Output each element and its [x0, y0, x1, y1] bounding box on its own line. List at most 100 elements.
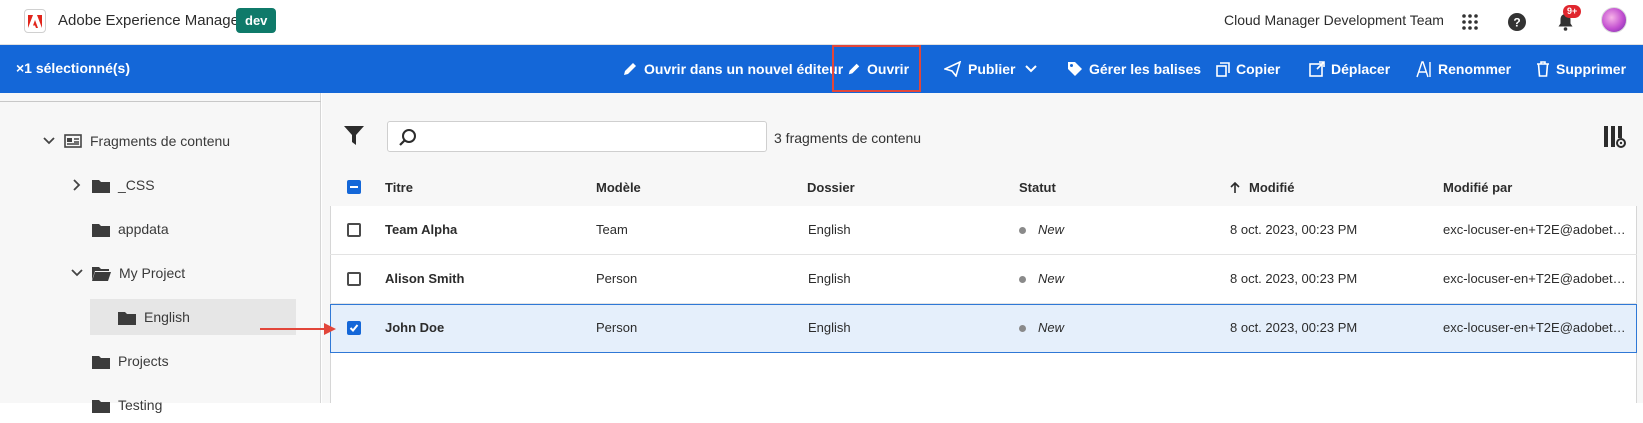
tree-item-fragments[interactable]: Fragments de contenu — [42, 123, 230, 159]
delete-label: Supprimer — [1556, 61, 1627, 77]
rename-label: Renommer — [1438, 61, 1512, 77]
search-icon — [399, 129, 416, 146]
avatar[interactable] — [1601, 7, 1627, 33]
manage-tags-button[interactable]: Gérer les balises — [1067, 45, 1201, 93]
row-checkbox[interactable] — [347, 223, 361, 237]
tree-item-label: Testing — [118, 397, 163, 413]
search-input[interactable] — [387, 121, 767, 152]
table-row-selected[interactable]: John Doe Person English New 8 oct. 2023,… — [330, 304, 1637, 353]
chevron-right-icon[interactable] — [70, 179, 84, 191]
manage-tags-label: Gérer les balises — [1089, 61, 1202, 77]
tree-item-projects[interactable]: Projects — [92, 343, 169, 379]
tree-item-label: English — [144, 309, 190, 325]
filter-icon[interactable] — [343, 125, 365, 152]
open-new-editor-button[interactable]: Ouvrir dans un nouvel éditeur — [622, 45, 843, 93]
folder-icon — [92, 179, 110, 193]
env-badge: dev — [236, 8, 277, 33]
copy-icon — [1216, 61, 1230, 77]
notification-badge: 9+ — [1563, 5, 1582, 18]
publish-button[interactable]: Publier — [944, 45, 1043, 93]
copy-button[interactable]: Copier — [1216, 45, 1280, 93]
status-dot-icon — [1019, 325, 1026, 333]
cell-modified: 8 oct. 2023, 00:23 PM — [1230, 320, 1358, 335]
cell-title[interactable]: Alison Smith — [385, 271, 464, 286]
sort-ascending-icon[interactable] — [1230, 181, 1240, 199]
cell-model: Team — [596, 222, 628, 237]
status-text: New — [1038, 271, 1065, 286]
cell-title[interactable]: John Doe — [385, 320, 444, 335]
fragment-count: 3 fragments de contenu — [774, 130, 922, 146]
tree-item-label: My Project — [119, 265, 186, 281]
select-all-checkbox[interactable] — [347, 180, 361, 194]
annotation-arrow-icon — [260, 322, 340, 341]
chevron-down-icon[interactable] — [70, 269, 84, 277]
chevron-down-icon — [1025, 65, 1038, 73]
cell-folder: English — [808, 271, 851, 286]
column-header-folder[interactable]: Dossier — [807, 180, 855, 195]
column-settings-icon[interactable] — [1603, 125, 1627, 154]
publish-label: Publier — [968, 61, 1016, 77]
chevron-down-icon[interactable] — [42, 137, 56, 145]
tree-item-css[interactable]: _CSS — [70, 167, 155, 203]
column-header-modified-by[interactable]: Modifié par — [1443, 180, 1512, 195]
move-label: Déplacer — [1331, 61, 1391, 77]
column-header-model[interactable]: Modèle — [596, 180, 641, 195]
trash-icon — [1537, 61, 1549, 77]
cell-status: New — [1019, 222, 1064, 237]
status-dot-icon — [1019, 227, 1026, 235]
cell-modified: 8 oct. 2023, 00:23 PM — [1230, 271, 1358, 286]
status-text: New — [1038, 222, 1065, 237]
table-row[interactable]: Team Alpha Team English New 8 oct. 2023,… — [330, 206, 1637, 255]
app-title[interactable]: Adobe Experience Manager — [58, 12, 244, 29]
table-row[interactable]: Alison Smith Person English New 8 oct. 2… — [330, 255, 1637, 304]
folder-open-icon — [92, 266, 111, 281]
cell-folder: English — [808, 222, 851, 237]
sidebar-divider — [0, 101, 321, 102]
cell-folder: English — [808, 320, 851, 335]
open-new-editor-label: Ouvrir dans un nouvel éditeur — [644, 61, 844, 77]
tag-icon — [1068, 62, 1082, 76]
top-header: Adobe Experience Manager dev Cloud Manag… — [0, 0, 1643, 45]
tree-item-appdata[interactable]: appdata — [92, 211, 169, 247]
tree-item-label: Fragments de contenu — [90, 133, 231, 149]
row-checkbox[interactable] — [347, 321, 361, 335]
checkmark-icon — [349, 324, 359, 332]
cell-modified-by: exc-locuser-en+T2E@adobet… — [1443, 320, 1626, 335]
action-bar: ×1 sélectionné(s) Ouvrir dans un nouvel … — [0, 45, 1643, 93]
copy-label: Copier — [1236, 61, 1281, 77]
org-switcher[interactable]: Cloud Manager Development Team — [1224, 12, 1444, 28]
delete-button[interactable]: Supprimer — [1536, 45, 1626, 93]
column-header-modified[interactable]: Modifié — [1249, 180, 1295, 195]
tree-item-label: appdata — [118, 221, 169, 237]
status-dot-icon — [1019, 276, 1026, 284]
tree-item-label: _CSS — [118, 177, 155, 193]
help-icon[interactable]: ? — [1504, 9, 1530, 35]
move-button[interactable]: Déplacer — [1309, 45, 1390, 93]
selection-count[interactable]: ×1 sélectionné(s) — [16, 60, 130, 76]
svg-text:?: ? — [1513, 16, 1520, 30]
publish-icon — [944, 61, 962, 77]
folder-icon — [118, 311, 136, 325]
adobe-logo-icon[interactable] — [24, 9, 46, 33]
folder-icon — [92, 355, 110, 369]
rename-button[interactable]: Renommer — [1416, 45, 1511, 93]
cell-model: Person — [596, 320, 638, 335]
folder-icon — [92, 399, 110, 413]
apps-grid-icon[interactable] — [1457, 9, 1483, 35]
move-icon — [1309, 61, 1325, 77]
cell-title[interactable]: Team Alpha — [385, 222, 457, 237]
folder-icon — [92, 223, 110, 237]
column-header-status[interactable]: Statut — [1019, 180, 1056, 195]
row-checkbox[interactable] — [347, 272, 361, 286]
cell-modified-by: exc-locuser-en+T2E@adobet… — [1443, 222, 1626, 237]
status-text: New — [1038, 320, 1065, 335]
tree-item-testing[interactable]: Testing — [92, 387, 162, 423]
cell-status: New — [1019, 320, 1064, 335]
cell-model: Person — [596, 271, 638, 286]
tree-item-my-project[interactable]: My Project — [70, 255, 185, 291]
open-button-highlight — [832, 45, 921, 92]
tree-item-label: Projects — [118, 353, 169, 369]
cell-modified-by: exc-locuser-en+T2E@adobet… — [1443, 271, 1626, 286]
rename-icon — [1416, 60, 1431, 77]
column-header-title[interactable]: Titre — [385, 180, 413, 195]
